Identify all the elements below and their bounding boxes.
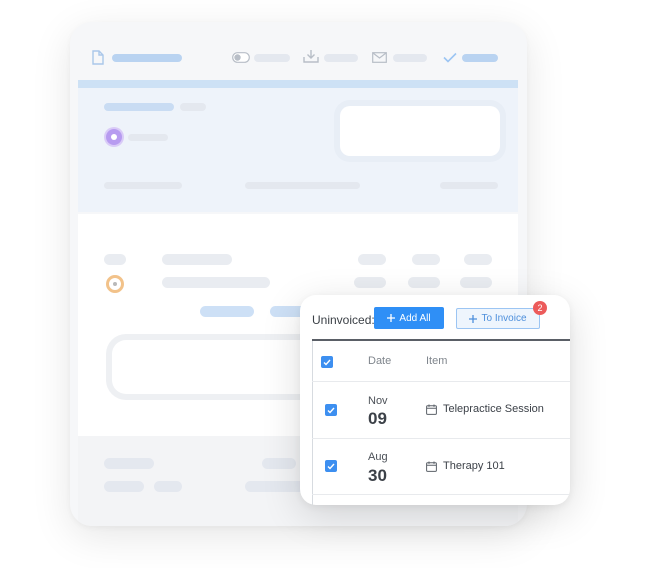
- uninvoiced-label: Uninvoiced:: [312, 313, 375, 327]
- header-meta-placeholder-3: [440, 182, 498, 189]
- selected-count-badge: 2: [533, 301, 547, 315]
- select-all-checkbox[interactable]: [321, 356, 333, 368]
- footer-placeholder-5: [245, 481, 305, 492]
- row-divider: [312, 494, 570, 495]
- add-all-button[interactable]: Add All: [374, 307, 444, 329]
- header-title-placeholder: [104, 103, 174, 111]
- checkbox-checked-icon: [323, 359, 331, 366]
- plus-icon: [387, 314, 396, 322]
- line-item-avatar: [106, 275, 124, 293]
- calendar-icon: [426, 461, 437, 472]
- check-icon[interactable]: [443, 52, 457, 63]
- line-placeholder-2: [162, 254, 232, 265]
- row-month: Nov: [368, 395, 388, 407]
- row-checkbox-1[interactable]: [325, 404, 337, 416]
- checkbox-checked-icon: [327, 407, 335, 414]
- header-subtitle-placeholder: [180, 103, 206, 111]
- footer-placeholder-4: [154, 481, 182, 492]
- notes-box: [112, 340, 322, 394]
- row-checkbox-2[interactable]: [325, 460, 337, 472]
- footer-placeholder-1: [104, 458, 154, 469]
- row-day: 09: [368, 409, 387, 428]
- toolbar-placeholder-2: [324, 54, 358, 62]
- document-title-placeholder: [112, 54, 182, 62]
- calendar-icon: [426, 404, 437, 415]
- client-name-placeholder: [128, 134, 168, 141]
- body-action-placeholder-1: [200, 306, 254, 317]
- toolbar-placeholder-3: [393, 54, 427, 62]
- add-all-button-label: Add All: [399, 312, 431, 324]
- document-icon: [92, 50, 104, 65]
- toolbar-placeholder-4: [462, 54, 498, 62]
- row-item-label: Telepractice Session: [443, 403, 544, 415]
- line-placeholder-5: [464, 254, 492, 265]
- row-item-label: Therapy 101: [443, 460, 505, 472]
- row-day: 30: [368, 466, 387, 485]
- row-item-1[interactable]: Telepractice Session: [426, 403, 544, 415]
- document-toolbar: [70, 22, 527, 82]
- to-invoice-button-label: To Invoice: [481, 313, 527, 324]
- item-column-header: Item: [426, 355, 448, 367]
- row-month: Aug: [368, 451, 388, 463]
- uninvoiced-popup: Uninvoiced: Add All To Invoice 2 Date It…: [300, 295, 570, 505]
- row-item-2[interactable]: Therapy 101: [426, 460, 505, 472]
- table-left-border: [312, 341, 313, 505]
- to-invoice-button[interactable]: To Invoice: [456, 308, 540, 329]
- table-header-rule: [312, 339, 570, 341]
- header-amount-box: [340, 106, 500, 156]
- mail-icon[interactable]: [372, 52, 387, 63]
- line-placeholder-1: [104, 254, 126, 265]
- footer-placeholder-2: [262, 458, 296, 469]
- row-divider: [312, 381, 570, 382]
- line-placeholder-6: [162, 277, 270, 288]
- checkbox-checked-icon: [327, 463, 335, 470]
- toolbar-placeholder-1: [254, 54, 290, 62]
- header-meta-placeholder-1: [104, 182, 182, 189]
- plus-icon: [469, 314, 478, 323]
- date-column-header: Date: [368, 355, 392, 367]
- download-icon[interactable]: [303, 49, 319, 64]
- line-placeholder-4: [412, 254, 440, 265]
- footer-placeholder-3: [104, 481, 144, 492]
- row-divider: [312, 438, 570, 439]
- toggle-icon[interactable]: [232, 52, 250, 63]
- document-accent-strip: [78, 80, 518, 88]
- client-avatar: [106, 129, 122, 145]
- line-placeholder-7: [354, 277, 386, 288]
- line-placeholder-9: [460, 277, 492, 288]
- line-placeholder-8: [408, 277, 440, 288]
- line-placeholder-3: [358, 254, 386, 265]
- header-meta-placeholder-2: [245, 182, 360, 189]
